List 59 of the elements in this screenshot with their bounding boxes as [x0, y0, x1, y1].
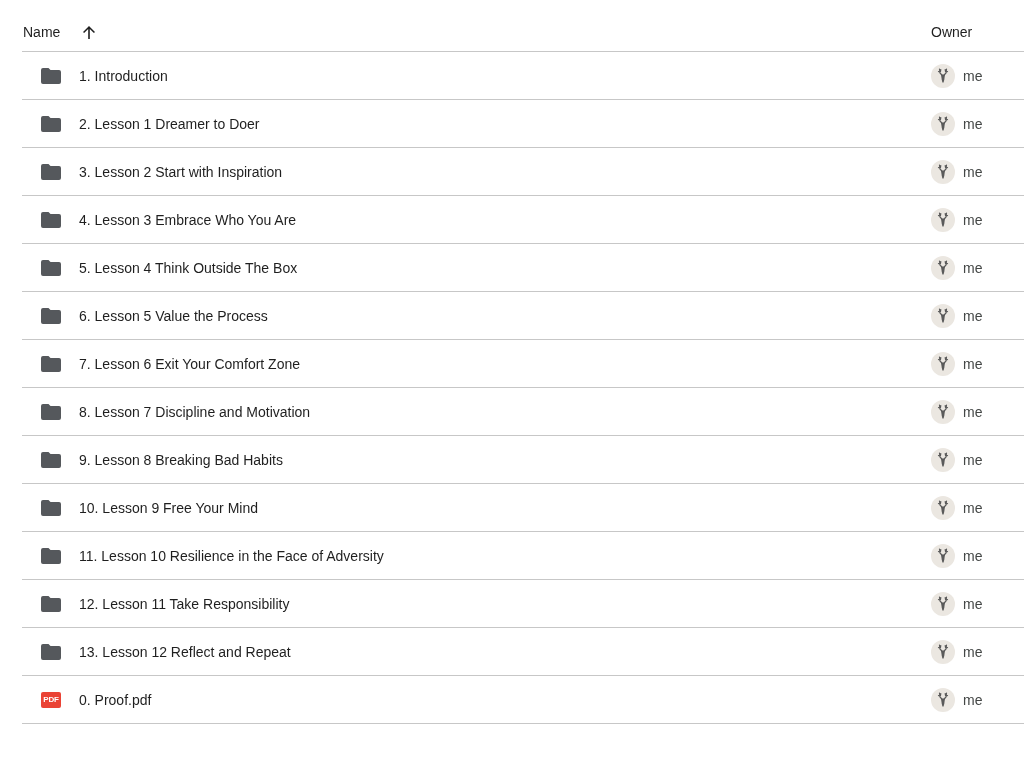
avatar-icon — [931, 495, 955, 520]
folder-icon — [41, 211, 61, 228]
file-name[interactable]: 13. Lesson 12 Reflect and Repeat — [79, 642, 291, 661]
avatar-icon — [931, 447, 955, 472]
avatar-icon — [931, 399, 955, 424]
avatar-icon — [931, 255, 955, 280]
pdf-file-icon: PDF — [41, 691, 61, 708]
folder-icon — [41, 115, 61, 132]
file-name[interactable]: 10. Lesson 9 Free Your Mind — [79, 498, 258, 517]
avatar-icon — [931, 543, 955, 568]
avatar-icon — [931, 303, 955, 328]
owner-name: me — [963, 690, 983, 709]
owner-name: me — [963, 210, 983, 229]
avatar-icon — [931, 639, 955, 664]
owner-name: me — [963, 354, 983, 373]
column-header: Owner — [931, 23, 973, 41]
owner-name: me — [963, 306, 983, 325]
folder-icon — [41, 643, 61, 660]
file-name[interactable]: 12. Lesson 11 Take Responsibility — [79, 594, 290, 613]
avatar-icon — [931, 591, 955, 616]
avatar-icon — [931, 63, 955, 88]
file-name[interactable]: 9. Lesson 8 Breaking Bad Habits — [79, 450, 283, 469]
owner-name: me — [963, 258, 983, 277]
file-name[interactable]: 6. Lesson 5 Value the Process — [79, 306, 268, 325]
folder-icon — [41, 451, 61, 468]
column-header[interactable]: Name — [23, 23, 61, 41]
avatar-icon — [931, 111, 955, 136]
avatar-icon — [931, 159, 955, 184]
owner-name: me — [963, 114, 983, 133]
folder-icon — [41, 259, 61, 276]
owner-name: me — [963, 402, 983, 421]
avatar-icon — [931, 687, 955, 712]
owner-name: me — [963, 642, 983, 661]
folder-icon — [41, 163, 61, 180]
folder-icon — [41, 67, 61, 84]
folder-icon — [41, 403, 61, 420]
avatar-icon — [931, 207, 955, 232]
owner-name: me — [963, 594, 983, 613]
arrow-up-icon[interactable] — [83, 25, 96, 39]
avatar-icon — [931, 351, 955, 376]
file-name[interactable]: 3. Lesson 2 Start with Inspiration — [79, 162, 283, 181]
file-name[interactable]: 2. Lesson 1 Dreamer to Doer — [79, 114, 260, 133]
owner-name: me — [963, 498, 983, 517]
folder-icon — [41, 499, 61, 516]
owner-name: me — [963, 66, 983, 85]
file-name[interactable]: 5. Lesson 4 Think Outside The Box — [79, 258, 298, 277]
file-name[interactable]: 11. Lesson 10 Resilience in the Face of Adversity — [79, 546, 384, 565]
file-name[interactable]: 0. Proof.pdf — [79, 690, 152, 709]
folder-icon — [41, 547, 61, 564]
owner-name: me — [963, 546, 983, 565]
owner-name: me — [963, 162, 983, 181]
folder-icon — [41, 355, 61, 372]
file-name[interactable]: 1. Introduction — [79, 66, 168, 85]
file-name[interactable]: 7. Lesson 6 Exit Your Comfort Zone — [79, 354, 300, 373]
owner-name: me — [963, 450, 983, 469]
folder-icon — [41, 307, 61, 324]
file-name[interactable]: 4. Lesson 3 Embrace Who You Are — [79, 210, 297, 229]
file-name[interactable]: 8. Lesson 7 Discipline and Motivation — [79, 402, 311, 421]
folder-icon — [41, 595, 61, 612]
